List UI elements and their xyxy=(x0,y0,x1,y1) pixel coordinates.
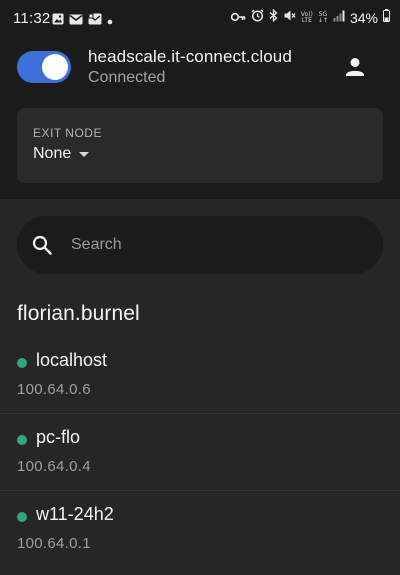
device-list: localhost 100.64.0.6 pc-flo 100.64.0.4 w… xyxy=(0,337,400,567)
online-status-dot xyxy=(17,512,27,522)
net-line2: ↓↑ xyxy=(317,17,328,24)
status-time: 11:32 xyxy=(13,10,51,27)
device-item-pc-flo[interactable]: pc-flo 100.64.0.4 xyxy=(0,414,400,491)
device-item-w11-24h2[interactable]: w11-24h2 100.64.0.1 xyxy=(0,491,400,567)
device-name: localhost xyxy=(36,350,108,370)
status-left-icons xyxy=(52,12,113,30)
top-panel: 11:32 Vo)) LTE 5G ↓↑ 34% headscale.it-co… xyxy=(0,0,400,199)
dropdown-arrow-icon xyxy=(78,145,90,163)
exit-node-card[interactable]: EXIT NODE None xyxy=(17,108,383,183)
status-bar: 11:32 Vo)) LTE 5G ↓↑ 34% xyxy=(0,0,400,36)
device-name: pc-flo xyxy=(36,427,81,447)
device-ip: 100.64.0.1 xyxy=(17,535,91,552)
mute-icon xyxy=(283,9,296,27)
device-ip: 100.64.0.6 xyxy=(17,381,91,398)
battery-icon xyxy=(383,9,390,27)
connection-status: Connected xyxy=(88,69,166,86)
status-right-icons: Vo)) LTE 5G ↓↑ 34% xyxy=(230,8,390,27)
exit-node-value: None xyxy=(33,145,72,162)
vpn-key-icon xyxy=(230,9,246,27)
vpn-toggle[interactable] xyxy=(17,51,71,83)
device-item-localhost[interactable]: localhost 100.64.0.6 xyxy=(0,337,400,414)
signal-icon xyxy=(333,9,345,27)
battery-percent: 34% xyxy=(349,10,378,26)
toggle-knob xyxy=(42,54,68,80)
online-status-dot xyxy=(17,435,27,445)
volte-line2: LTE xyxy=(301,17,312,24)
image-icon xyxy=(52,12,64,30)
alarm-icon xyxy=(251,9,264,27)
exit-node-label: EXIT NODE xyxy=(33,126,102,140)
mail-app-icon xyxy=(88,12,102,30)
search-icon xyxy=(31,234,53,261)
dot-icon xyxy=(107,12,113,30)
volte-icon: Vo)) LTE xyxy=(301,12,313,24)
device-name: w11-24h2 xyxy=(36,504,114,524)
search-bar[interactable] xyxy=(17,216,383,274)
section-title: florian.burnel xyxy=(17,302,140,325)
bluetooth-icon xyxy=(269,8,278,27)
connection-header: headscale.it-connect.cloud Connected xyxy=(0,36,400,108)
search-input[interactable] xyxy=(71,216,361,274)
account-icon xyxy=(341,58,369,85)
gmail-icon xyxy=(69,12,83,30)
network-type-icon: 5G ↓↑ xyxy=(318,12,328,24)
account-button[interactable] xyxy=(341,53,369,81)
online-status-dot xyxy=(17,358,27,368)
exit-node-selector[interactable]: None xyxy=(33,145,90,163)
device-ip: 100.64.0.4 xyxy=(17,458,91,475)
server-name: headscale.it-connect.cloud xyxy=(88,47,292,66)
